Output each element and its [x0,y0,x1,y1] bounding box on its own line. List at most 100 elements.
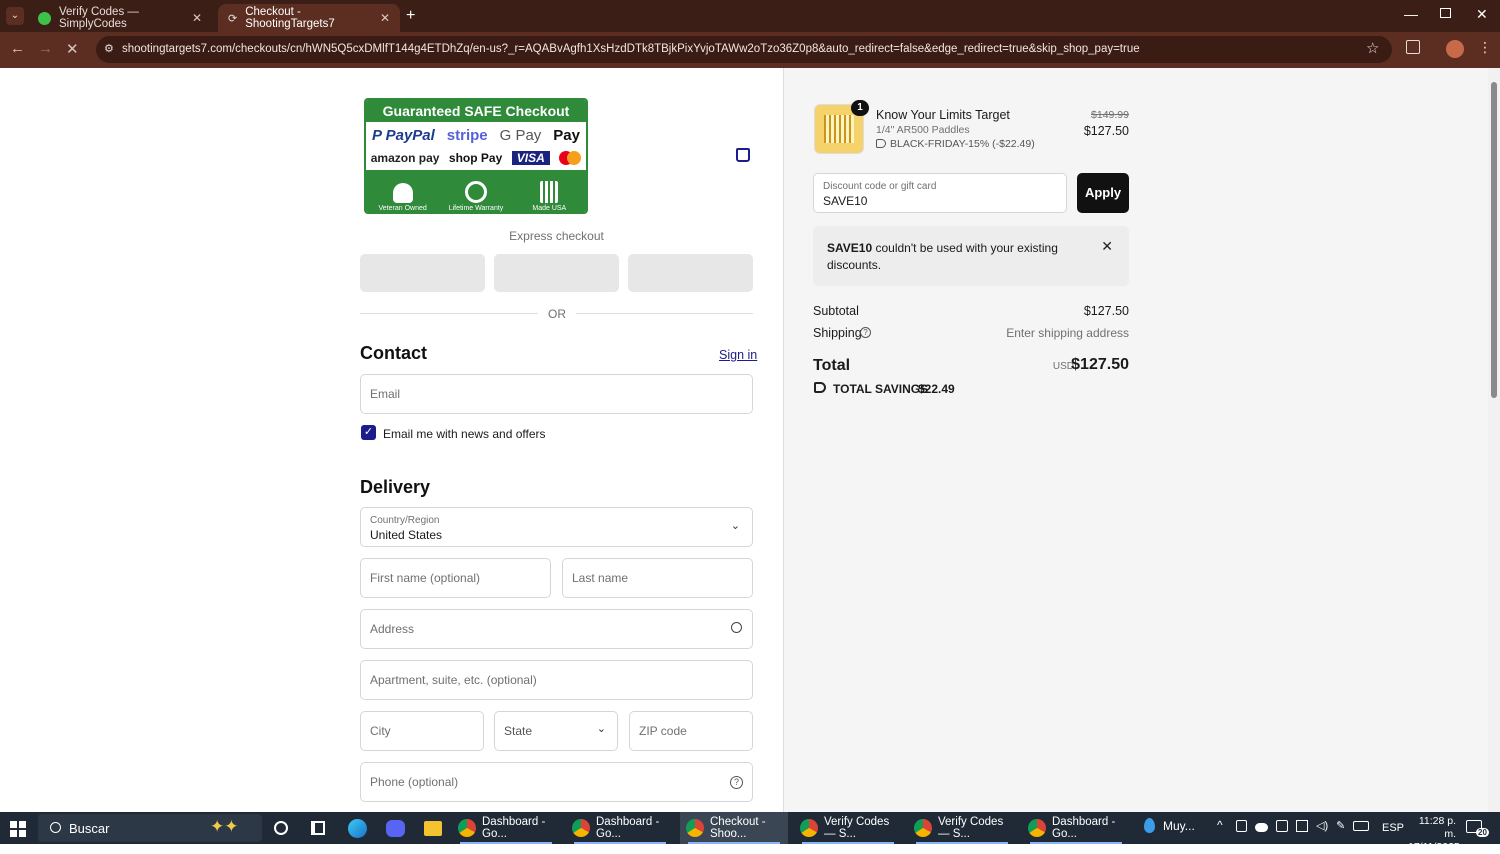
taskbar-app-3[interactable]: Checkout - Shoo... [680,812,788,844]
discord-icon[interactable] [386,820,405,837]
badge-feature-row: Veteran Owned Lifetime Warranty Made USA [366,170,586,212]
help-icon[interactable]: ? [860,327,871,338]
mastercard-logo [559,151,582,165]
delivery-heading: Delivery [360,477,431,497]
taskbar-search[interactable]: Buscar ✦✦ [38,814,262,842]
country-label: Country/Region [370,515,440,526]
cart-bag-icon[interactable] [736,148,750,162]
express-pay-button-1[interactable] [360,254,485,292]
city-field[interactable]: City [360,711,484,751]
stop-loading-icon[interactable]: ✕ [66,40,79,58]
taskbar-app-2[interactable]: Dashboard - Go... [566,812,674,844]
close-icon[interactable]: ✕ [380,11,390,25]
url-input[interactable]: ⚙ shootingtargets7.com/checkouts/cn/hWN5… [96,36,1392,63]
task-view-icon[interactable] [311,821,325,835]
windows-start-icon[interactable] [10,821,26,837]
state-placeholder: State [504,724,533,738]
taskbar-app-5[interactable]: Verify Codes — S... [908,812,1016,844]
close-icon[interactable]: ✕ [192,11,202,25]
pen-icon: ✎ [1336,820,1346,832]
email-field[interactable]: Email [360,374,753,414]
express-pay-button-2[interactable] [494,254,619,292]
apartment-placeholder: Apartment, suite, etc. (optional) [370,673,537,687]
weather-widget[interactable]: Muy... [1144,818,1195,833]
menu-icon[interactable]: ⋮ [1478,40,1492,54]
tray-chevron-icon[interactable]: ^ [1217,818,1223,832]
edge-icon[interactable] [348,819,367,838]
news-label[interactable]: Email me with news and offers [383,427,546,441]
shipping-label: Shipping [813,326,862,340]
app-label: Checkout - Shoo... [710,816,766,840]
discount-error-banner: SAVE10 couldn't be used with your existi… [813,226,1129,286]
badge-payment-row-1: P PayPal stripe G Pay Pay [366,122,586,148]
apply-button[interactable]: Apply [1077,173,1129,213]
restore-button[interactable] [1440,8,1451,18]
error-text-2: discounts. [827,258,882,272]
last-name-field[interactable]: Last name [562,558,753,598]
keyboard-icon [1353,821,1370,831]
forward-icon[interactable]: → [38,40,53,57]
city-placeholder: City [370,724,391,738]
visa-logo: VISA [511,151,550,165]
profile-avatar[interactable] [1446,40,1464,58]
taskbar-app-1[interactable]: Dashboard - Go... [452,812,560,844]
extensions-icon[interactable] [1406,40,1420,54]
made-usa-icon: Made USA [519,181,579,212]
tag-icon [876,139,886,148]
cortana-icon[interactable] [274,821,288,835]
news-checkbox[interactable]: ✓ [361,425,376,440]
back-icon[interactable]: ← [10,40,25,57]
site-info-icon[interactable]: ⚙ [104,36,114,63]
input-language[interactable]: ESP [1382,822,1404,834]
search-icon [50,822,61,833]
search-text: Buscar [69,821,110,836]
chrome-icon [572,819,590,837]
simplycodes-icon [38,11,51,25]
error-code: SAVE10 [827,241,873,255]
close-window-button[interactable]: ✕ [1476,6,1488,23]
sign-in-link[interactable]: Sign in [719,348,757,362]
subtotal-value: $127.50 [1083,304,1129,318]
quantity-badge: 1 [851,100,869,116]
tray-icons[interactable]: ◁) ✎ [1236,820,1370,832]
close-icon[interactable]: ✕ [1101,238,1113,255]
express-checkout-label: Express checkout [509,229,604,243]
or-divider-label: OR [548,307,566,321]
tab-verify-codes[interactable]: Verify Codes — SimplyCodes ✕ [28,4,212,32]
phone-field[interactable]: Phone (optional)? [360,762,753,802]
chrome-icon [458,819,476,837]
first-name-placeholder: First name (optional) [370,571,481,585]
volume-icon: ◁) [1316,820,1329,832]
help-icon[interactable]: ? [730,776,743,789]
state-select[interactable]: State ⌄ [494,711,618,751]
address-field[interactable]: Address [360,609,753,649]
country-value: United States [370,528,443,542]
address-placeholder: Address [370,622,415,636]
bookmark-star-icon[interactable]: ☆ [1366,39,1379,57]
taskbar-app-6[interactable]: Dashboard - Go... [1022,812,1130,844]
scrollbar-thumb[interactable] [1491,82,1497,398]
gpay-logo: G Pay [499,126,542,144]
tray-app-icon [1276,820,1288,832]
stripe-logo: stripe [446,126,488,144]
zip-field[interactable]: ZIP code [629,711,753,751]
contact-heading: Contact [360,343,427,363]
taskbar-app-4[interactable]: Verify Codes — S... [794,812,902,844]
express-pay-button-3[interactable] [628,254,753,292]
apartment-field[interactable]: Apartment, suite, etc. (optional) [360,660,753,700]
raindrop-icon [1144,818,1155,833]
tab-list-button[interactable]: ⌄ [6,7,24,25]
discount-code-field[interactable]: Discount code or gift card SAVE10 [813,173,1067,213]
last-name-placeholder: Last name [572,571,629,585]
product-name: Know Your Limits Target [876,108,1010,122]
first-name-field[interactable]: First name (optional) [360,558,551,598]
file-explorer-icon[interactable] [424,821,442,836]
original-price: $149.99 [1091,109,1129,121]
tab-checkout[interactable]: ⟳ Checkout - ShootingTargets7 ✕ [218,4,400,32]
minimize-button[interactable]: — [1404,6,1418,22]
country-select[interactable]: Country/Region United States ⌄ [360,507,753,547]
new-tab-button[interactable]: + [406,7,415,25]
email-placeholder: Email [370,387,401,401]
clock[interactable]: 11:28 p. m. 17/11/2025 [1408,815,1460,854]
app-label: Verify Codes — S... [824,816,890,840]
